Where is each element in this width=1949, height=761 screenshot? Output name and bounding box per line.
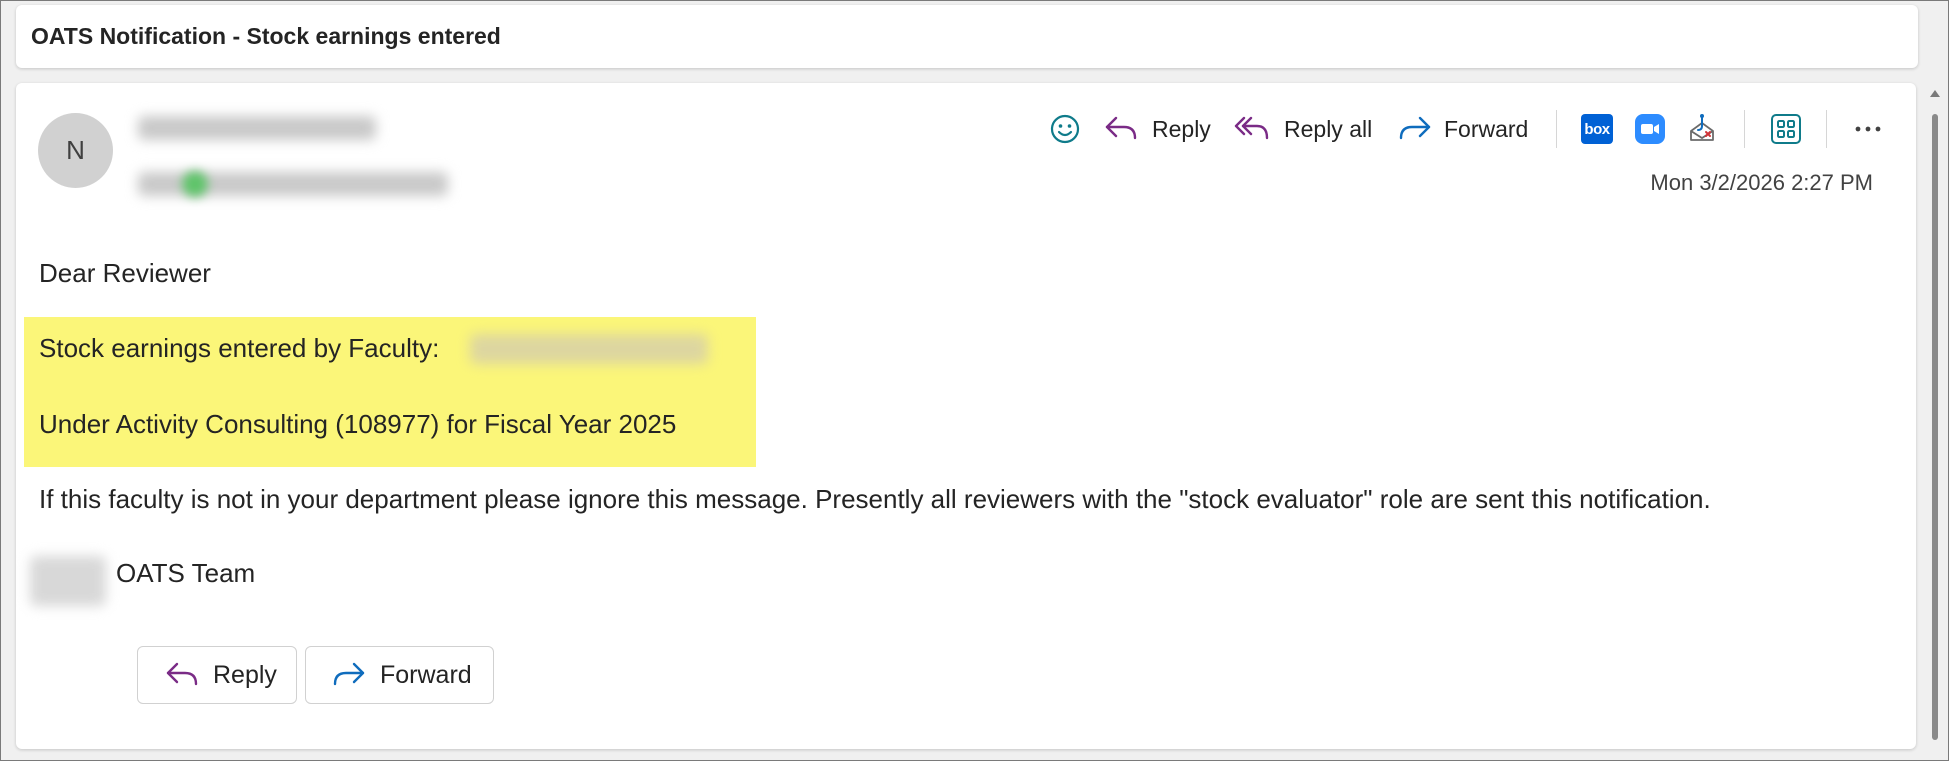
scroll-up-arrow-icon[interactable]	[1930, 90, 1940, 97]
forward-icon	[333, 662, 365, 686]
forward-icon	[1399, 116, 1431, 140]
reply-icon	[166, 662, 198, 686]
toolbar-separator	[1556, 110, 1557, 148]
bottom-reply-label: Reply	[213, 660, 277, 689]
forward-label: Forward	[1444, 115, 1529, 142]
apps-grid-icon	[1771, 114, 1801, 144]
vertical-scrollbar[interactable]	[1929, 86, 1941, 746]
toolbar-separator-2	[1744, 110, 1745, 148]
greeting-text: Dear Reviewer	[39, 258, 211, 288]
more-actions-button[interactable]	[1849, 110, 1887, 148]
more-icon	[1855, 126, 1881, 132]
presence-indicator	[182, 171, 208, 197]
bottom-forward-button[interactable]: Forward	[305, 646, 494, 704]
box-addin-button[interactable]: box	[1578, 110, 1616, 148]
subject-bar: OATS Notification - Stock earnings enter…	[16, 5, 1918, 68]
stock-earnings-line: Stock earnings entered by Faculty:	[39, 333, 439, 364]
sender-avatar[interactable]: N	[38, 113, 113, 188]
sender-name-redacted	[138, 116, 376, 140]
reply-all-button[interactable]: Reply all	[1234, 108, 1372, 150]
signoff-text: OATS Team	[116, 558, 256, 588]
reply-all-label: Reply all	[1284, 115, 1373, 142]
reply-all-icon	[1234, 116, 1269, 140]
reply-icon	[1105, 116, 1137, 140]
reply-label: Reply	[1152, 115, 1211, 142]
zoom-icon	[1635, 114, 1665, 144]
scroll-thumb[interactable]	[1932, 114, 1938, 740]
email-subject: OATS Notification - Stock earnings enter…	[31, 23, 501, 49]
report-addin-button[interactable]	[1683, 110, 1721, 148]
sent-timestamp: Mon 3/2/2026 2:27 PM	[1650, 170, 1873, 195]
bottom-reply-button[interactable]: Reply	[137, 646, 297, 704]
activity-line: Under Activity Consulting (108977) for F…	[39, 409, 677, 439]
smiley-icon	[1050, 114, 1080, 144]
signature-redacted	[30, 556, 106, 606]
emoji-reaction-button[interactable]	[1046, 110, 1084, 148]
reply-button[interactable]: Reply	[1104, 108, 1211, 150]
stock-earnings-text: Stock earnings entered by Faculty:	[39, 333, 440, 363]
apps-button[interactable]	[1767, 110, 1805, 148]
zoom-addin-button[interactable]	[1631, 110, 1669, 148]
bottom-forward-label: Forward	[380, 660, 472, 689]
box-icon: box	[1581, 114, 1613, 144]
phish-report-icon	[1690, 114, 1714, 141]
notice-text: If this faculty is not in your departmen…	[39, 484, 1711, 514]
avatar-initial: N	[66, 135, 85, 165]
toolbar-separator-3	[1826, 110, 1827, 148]
faculty-name-redacted	[470, 334, 708, 364]
forward-button[interactable]: Forward	[1396, 108, 1528, 150]
